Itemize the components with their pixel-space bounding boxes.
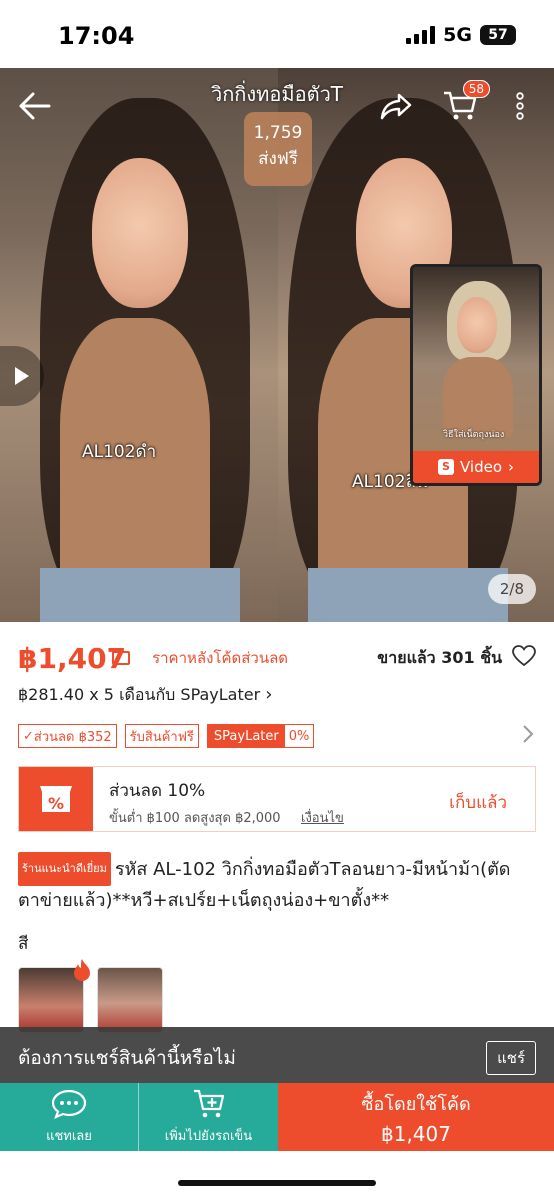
voucher-details: ขั้นต่ำ ฿100 ลดสูงสุด ฿2,000 [109, 811, 281, 826]
home-indicator [178, 1180, 376, 1186]
video-button[interactable]: S Video › [413, 451, 539, 483]
left-image-tag: AL102ดำ [82, 442, 157, 462]
buy-with-code-button[interactable]: ซื้อโดยใช้โค้ด ฿1,407 [278, 1083, 554, 1151]
buy-price: ฿1,407 [381, 1121, 451, 1146]
chevron-right-icon: › [265, 684, 273, 705]
voucher-title: ส่วนลด 10% [109, 781, 206, 801]
status-bar: 17:04 5G 57 [0, 0, 554, 68]
check-icon: ✓ [23, 728, 34, 744]
video-preview-card[interactable]: วิธีใส่เน็ตถุงน่อง S Video › [410, 264, 542, 486]
share-icon [380, 93, 412, 120]
network-label: 5G [443, 24, 472, 46]
cart-button[interactable]: 58 [440, 80, 490, 126]
chat-label: แชทเลย [46, 1128, 92, 1144]
price: ฿1,407 [18, 641, 127, 675]
voucher-conditions-link[interactable]: เงื่อนไข [301, 807, 344, 828]
product-image-left: AL102ดำ [0, 68, 278, 622]
buy-label: ซื้อโดยใช้โค้ด [361, 1093, 471, 1115]
free-pickup-tag: รับสินค้าฟรี [124, 724, 199, 748]
badge-count: 1,759 [253, 123, 303, 143]
installment-row[interactable]: ฿281.40 x 5 เดือนกับ SPayLater › [18, 683, 272, 708]
price-row: ฿1,407 ราคาหลังโค้ดส่วนลด ขายแล้ว 301 ชิ… [18, 640, 536, 676]
battery-icon: 57 [480, 25, 516, 45]
share-prompt-bar: ต้องการแชร์สินค้านี้หรือไม่ แชร์ [0, 1027, 554, 1085]
chat-icon [51, 1089, 87, 1119]
variant-option[interactable] [97, 967, 163, 1033]
discount-tag: ✓ ส่วนลด ฿352 [18, 724, 117, 748]
add-to-cart-button[interactable]: เพิ่มไปยังรถเข็น [138, 1083, 278, 1151]
product-title-block: ร้านแนะนำดีเยี่ยม รหัส AL-102 วิกกิ่งทอมื… [18, 852, 536, 916]
shop-voucher-icon: % [40, 786, 72, 813]
back-arrow-icon [19, 92, 51, 120]
back-button[interactable] [14, 86, 54, 126]
shopee-video-icon: S [437, 459, 454, 475]
heart-icon [512, 645, 536, 667]
image-counter: 2/8 [487, 574, 536, 604]
free-shipping-badge: 1,759 ส่งฟรี [244, 112, 312, 186]
tags-arrow[interactable] [522, 724, 534, 748]
chevron-right-icon [523, 725, 534, 743]
more-button[interactable] [500, 86, 540, 126]
favorite-button[interactable] [512, 645, 536, 671]
svg-text:%: % [48, 794, 64, 813]
share-button[interactable] [376, 86, 416, 126]
promo-tags[interactable]: ✓ ส่วนลด ฿352 รับสินค้าฟรี SPayLater 0% [18, 724, 315, 748]
color-label: สี [18, 934, 29, 954]
voucher-collected-button[interactable]: เก็บแล้ว [449, 789, 507, 816]
chevron-right-icon: › [508, 458, 515, 476]
price-note: ราคาหลังโค้ดส่วนลด [152, 649, 288, 667]
share-prompt-text: ต้องการแชร์สินค้านี้หรือไม่ [18, 1047, 236, 1069]
fire-icon [72, 958, 92, 986]
signal-icon [406, 26, 436, 44]
more-vertical-icon [516, 92, 524, 120]
voucher-card[interactable]: % ส่วนลด 10% ขั้นต่ำ ฿100 ลดสูงสุด ฿2,00… [18, 766, 536, 832]
play-icon [15, 367, 29, 385]
add-cart-label: เพิ่มไปยังรถเข็น [164, 1128, 253, 1144]
chat-button[interactable]: แชทเลย [0, 1083, 138, 1151]
product-image-carousel[interactable]: AL102ดำ AL102ลื่น วิกกิ่งทอมือตัวT 1,759… [0, 68, 554, 622]
spaylater-tag: SPayLater 0% [206, 724, 315, 748]
voucher-icon-box: % [19, 767, 93, 831]
bottom-action-bar: แชทเลย เพิ่มไปยังรถเข็น ซื้อโดยใช้โค้ด ฿… [0, 1083, 554, 1151]
coupon-icon [112, 651, 130, 665]
installment-text: ฿281.40 x 5 เดือนกับ SPayLater [18, 685, 261, 704]
status-indicators: 5G 57 [406, 24, 516, 46]
video-caption: วิธีใส่เน็ตถุงน่อง [443, 430, 505, 440]
status-time: 17:04 [58, 22, 135, 50]
share-prompt-button[interactable]: แชร์ [486, 1041, 536, 1075]
badge-label: ส่งฟรี [258, 149, 298, 169]
sold-count: ขายแล้ว 301 ชิ้น [377, 647, 502, 667]
recommended-shop-badge: ร้านแนะนำดีเยี่ยม [18, 852, 111, 886]
add-cart-icon [193, 1089, 224, 1117]
cart-count-badge: 58 [462, 80, 490, 98]
video-label: Video [459, 458, 503, 476]
